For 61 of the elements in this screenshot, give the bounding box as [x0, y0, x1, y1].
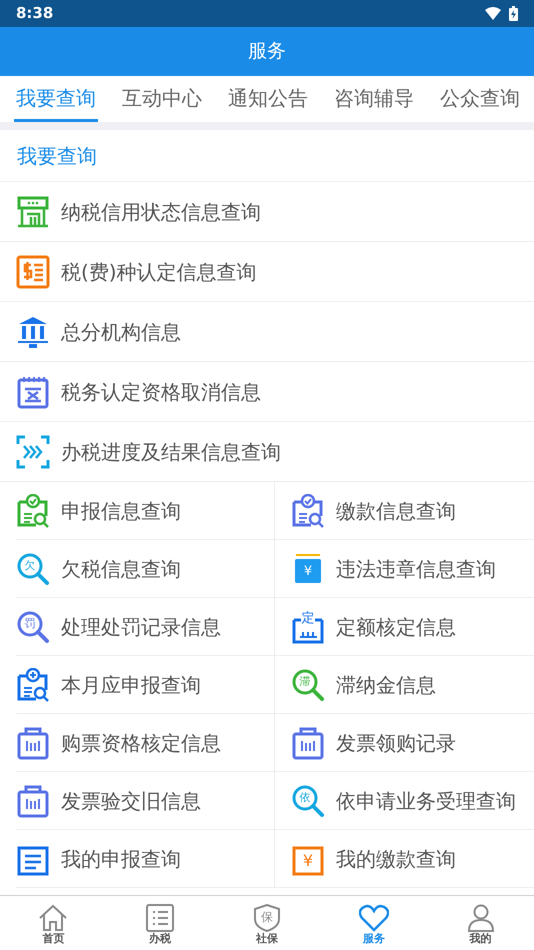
menu-item[interactable]: 定 定额核定信息: [275, 598, 534, 656]
menu-item[interactable]: 税(费)种认定信息查询: [0, 242, 534, 302]
icon-glyph: 依: [298, 790, 312, 806]
menu-item[interactable]: 本月应申报查询: [16, 656, 275, 714]
icon-glyph: 欠: [24, 558, 36, 574]
magnifier-icon: [291, 784, 325, 818]
briefcase-icon: [16, 726, 50, 760]
briefcase-icon: [16, 784, 50, 818]
menu-item[interactable]: 办税进度及结果信息查询: [0, 422, 534, 482]
menu-item[interactable]: 罚 处理处罚记录信息: [16, 598, 275, 656]
icon-glyph: ¥: [302, 564, 314, 580]
bank-icon: [16, 314, 50, 348]
battery-icon: [509, 6, 518, 21]
section-title: 我要查询: [17, 142, 97, 170]
menu-item[interactable]: 我的申报查询: [16, 830, 275, 888]
shield-icon: [252, 904, 281, 932]
icon-glyph: ¥: [302, 852, 314, 870]
menu-item[interactable]: 税务认定资格取消信息: [0, 362, 534, 422]
icon-glyph: 滞: [298, 674, 312, 690]
menu-item[interactable]: 依 依申请业务受理查询: [275, 772, 534, 830]
magnifier-icon: [16, 610, 50, 644]
menu-item[interactable]: 滞 滞纳金信息: [275, 656, 534, 714]
document-search-icon: [16, 494, 50, 528]
wifi-icon: [485, 7, 501, 20]
menu-item[interactable]: 欠 欠税信息查询: [16, 540, 275, 598]
status-time: 8:38: [16, 3, 54, 24]
tab[interactable]: 互动中心: [120, 76, 204, 122]
list-icon: [146, 904, 174, 932]
menu-item[interactable]: 缴款信息查询: [275, 482, 534, 540]
menu-item[interactable]: 购票资格核定信息: [16, 714, 275, 772]
magnifier-icon: [291, 668, 325, 702]
chevrons-frame-icon: [16, 434, 50, 468]
nav-tab[interactable]: 保 社保: [214, 896, 320, 950]
menu-item[interactable]: 总分机构信息: [0, 302, 534, 362]
briefcase-icon: [291, 726, 325, 760]
nav-tab[interactable]: 首页: [0, 896, 107, 950]
menu-item[interactable]: ¥ 违法违章信息查询: [275, 540, 534, 598]
tab[interactable]: 咨询辅导: [332, 76, 416, 122]
person-icon: [466, 904, 495, 932]
tab[interactable]: 通知公告: [226, 76, 310, 122]
icon-glyph: 定: [300, 610, 316, 626]
home-icon: [38, 904, 68, 932]
storefront-icon: [16, 194, 50, 228]
icon-glyph: 保: [260, 908, 274, 924]
nav-tab[interactable]: 办税: [106, 896, 214, 950]
icon-glyph: 罚: [24, 616, 36, 632]
magnifier-icon: [16, 552, 50, 586]
dollar-list-icon: [16, 254, 50, 288]
header-title: 服务: [248, 39, 286, 64]
calendar-x-icon: [16, 374, 50, 408]
menu-item[interactable]: ¥ 我的缴款查询: [275, 830, 534, 888]
menu-item[interactable]: 发票验交旧信息: [16, 772, 275, 830]
menu-item[interactable]: 申报信息查询: [16, 482, 275, 540]
document-search-icon: [291, 494, 325, 528]
document-search-icon: [16, 668, 50, 702]
menu-item[interactable]: 纳税信用状态信息查询: [0, 182, 534, 242]
nav-tab[interactable]: 服务: [320, 896, 428, 950]
heart-icon: [358, 904, 389, 932]
tab[interactable]: 公众查询: [438, 76, 522, 122]
nav-tab[interactable]: 我的: [427, 896, 534, 950]
menu-item[interactable]: 发票领购记录: [275, 714, 534, 772]
